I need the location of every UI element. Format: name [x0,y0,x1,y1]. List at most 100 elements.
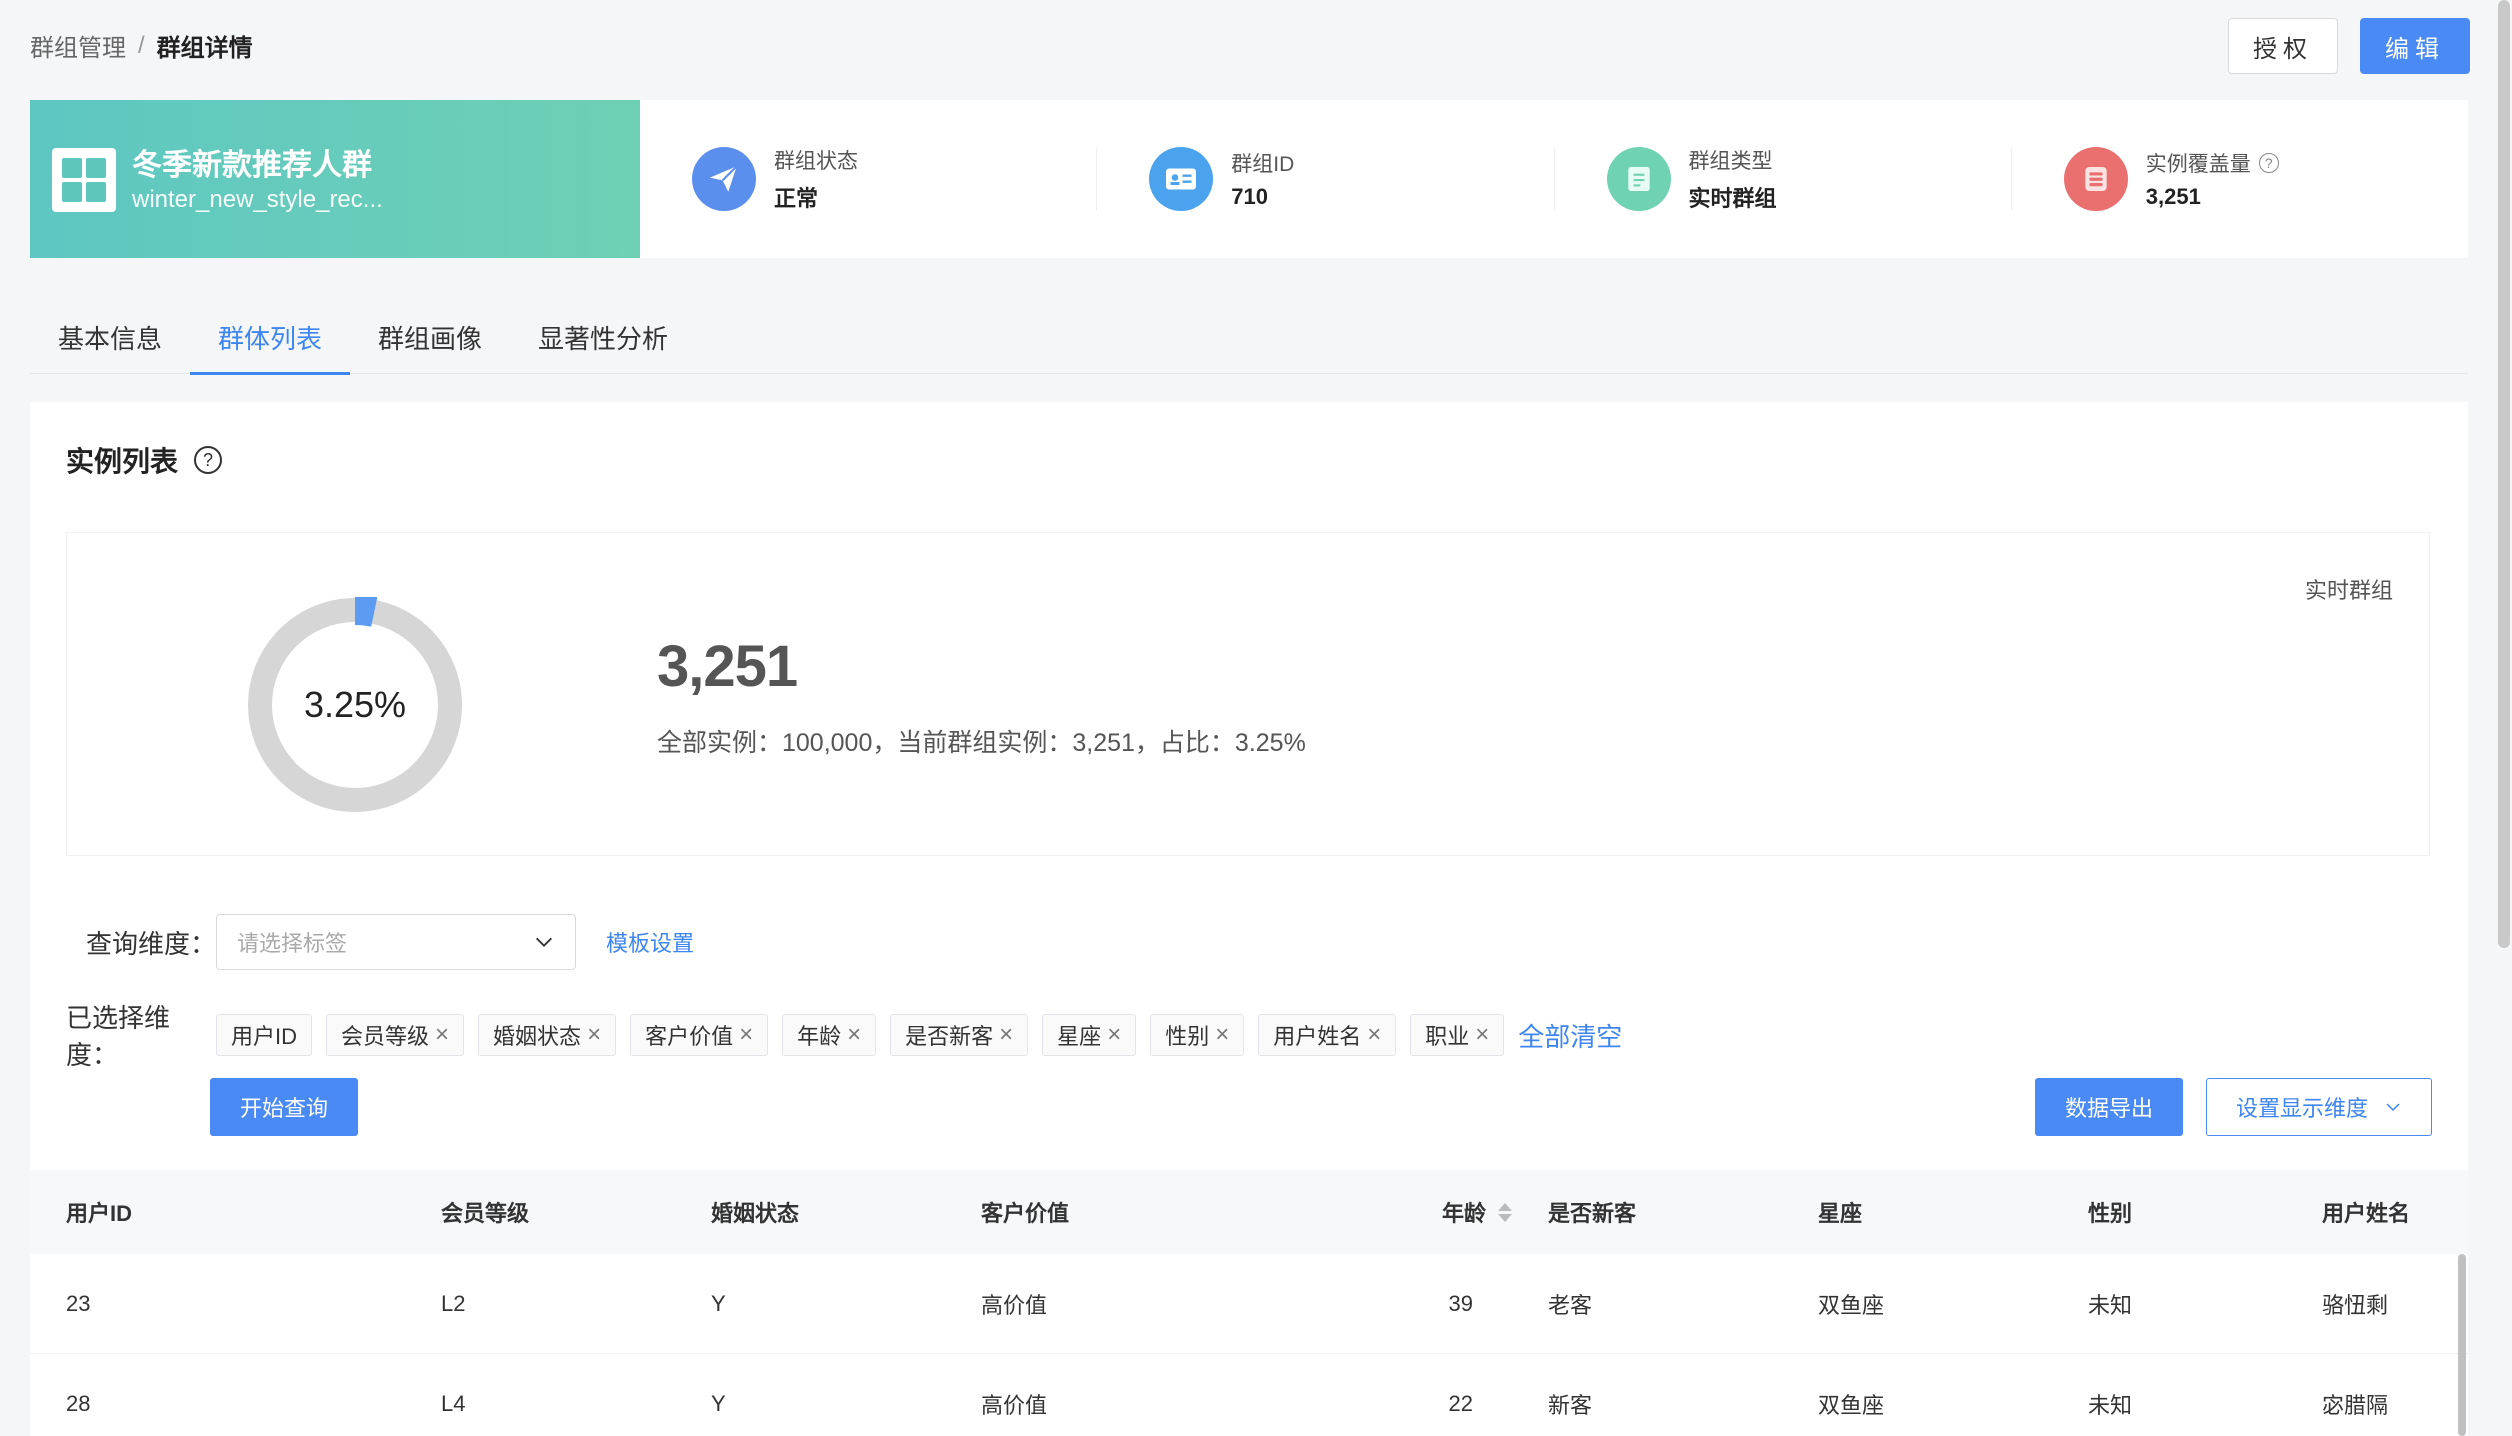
help-icon[interactable]: ? [2258,153,2279,173]
group-card: 冬季新款推荐人群 winter_new_style_rec... [30,100,640,258]
close-icon[interactable]: × [847,1021,861,1049]
stat-status-value: 正常 [774,186,819,211]
instance-table: 用户ID 会员等级 婚姻状态 客户价值 年龄 是否新客 星座 性别 用户姓名 2… [30,1170,2468,1436]
chip-age: 年龄 × [782,1014,877,1056]
breadcrumb-parent[interactable]: 群组管理 [30,28,126,63]
close-icon[interactable]: × [435,1021,449,1049]
clear-all-link[interactable]: 全部清空 [1518,1017,1622,1054]
tag-select-placeholder: 请选择标签 [237,931,348,956]
stat-group-type-value: 实时群组 [1688,186,1777,211]
chip-customer-value: 客户价值 × [630,1014,769,1056]
table-header: 用户ID 会员等级 婚姻状态 客户价值 年龄 是否新客 星座 性别 用户姓名 [30,1170,2468,1254]
tag-select[interactable]: 请选择标签 [216,914,576,970]
help-icon[interactable]: ? [194,446,223,474]
chip-label: 用户姓名 [1273,1024,1362,1049]
table-scrollbar[interactable] [2458,1254,2466,1436]
selected-label: 已选择维度： [66,1003,171,1070]
export-data-button[interactable]: 数据导出 [2035,1078,2183,1136]
query-label: 查询维度： [86,928,217,959]
stat-coverage: 实例覆盖量 ? 3,251 [2012,147,2468,211]
grid-logo-icon [52,148,116,212]
chip-zodiac: 星座 × [1042,1014,1137,1056]
cell-age-value: 39 [1448,1290,1473,1316]
col-member-level: 会员等级 [441,1201,530,1226]
display-dimensions-button[interactable]: 设置显示维度 [2206,1078,2432,1136]
stat-group-type-label: 群组类型 [1688,150,1773,173]
cell-customer-value: 高价值 [981,1392,1048,1418]
panel-title: 实例列表 ? [66,440,223,480]
chip-user-name: 用户姓名 × [1258,1014,1397,1056]
col-customer-value: 客户价值 [981,1201,1070,1226]
cell-user-id: 23 [66,1290,91,1316]
document-icon [1606,147,1671,211]
table-row: 23 L2 Y 高价值 39 老客 双鱼座 未知 骆忸剩 [30,1254,2468,1354]
cell-age: 39 [1310,1291,1512,1317]
stat-status: 群组状态 正常 [640,147,1098,211]
chip-marital-status: 婚姻状态 × [478,1014,617,1056]
chip-label: 是否新客 [905,1024,994,1049]
cell-marital-status: Y [711,1290,726,1316]
tab-significance-analysis[interactable]: 显著性分析 [510,300,696,374]
overview-card: 3.25% 3,251 全部实例：100,000，当前群组实例：3,251，占比… [66,532,2430,856]
action-row: 开始查询 数据导出 设置显示维度 [30,1078,2468,1138]
stat-coverage-label: 实例覆盖量 ? [2146,148,2279,178]
close-icon[interactable]: × [587,1021,601,1049]
group-summary: 冬季新款推荐人群 winter_new_style_rec... 群组状态 正常… [30,100,2468,258]
top-actions: 授权 编辑 [2228,18,2470,74]
col-user-id: 用户ID [66,1201,133,1226]
stat-coverage-label-text: 实例覆盖量 [2145,153,2251,176]
cell-member-level: L2 [441,1290,466,1316]
stat-group-id-value: 710 [1231,184,1268,209]
start-query-button[interactable]: 开始查询 [210,1078,358,1136]
query-row: 查询维度： 请选择标签 模板设置 [86,914,694,970]
chip-label: 会员等级 [341,1024,430,1049]
col-age[interactable]: 年龄 [1310,1196,1512,1228]
col-age-label: 年龄 [1441,1201,1486,1226]
instance-list-panel: 实例列表 ? 3.25% 3,251 全部实例：100,000，当前群组实例：3… [30,402,2468,1436]
cell-age: 22 [1310,1391,1512,1417]
chip-member-level: 会员等级 × [326,1014,465,1056]
close-icon[interactable]: × [1367,1021,1381,1049]
chevron-down-icon [536,937,552,947]
chip-occupation: 职业 × [1410,1014,1505,1056]
chip-label: 婚姻状态 [493,1024,582,1049]
sort-icon[interactable] [1498,1202,1512,1222]
col-zodiac: 星座 [1818,1201,1863,1226]
cell-customer-value: 高价值 [981,1292,1048,1318]
chip-gender: 性别 × [1150,1014,1245,1056]
cell-user-name: 宓腊隔 [2322,1392,2389,1418]
table-row: 28 L4 Y 高价值 22 新客 双鱼座 未知 宓腊隔 [30,1354,2468,1436]
close-icon[interactable]: × [739,1021,753,1049]
id-card-icon [1149,147,1214,211]
chip-user-id: 用户ID [216,1014,313,1056]
cell-member-level: L4 [441,1390,466,1416]
group-code: winter_new_style_rec... [132,186,383,213]
template-settings-link[interactable]: 模板设置 [606,926,694,958]
chip-label: 年龄 [797,1024,842,1049]
col-marital-status: 婚姻状态 [711,1201,800,1226]
close-icon[interactable]: × [999,1021,1013,1049]
close-icon[interactable]: × [1107,1021,1121,1049]
tab-group-portrait[interactable]: 群组画像 [350,300,510,374]
tab-basic-info[interactable]: 基本信息 [30,300,190,374]
chip-label: 客户价值 [645,1024,734,1049]
cell-zodiac: 双鱼座 [1818,1392,1885,1418]
stat-group-id-label: 群组ID [1231,153,1295,176]
chip-label: 性别 [1165,1024,1210,1049]
stat-status-label: 群组状态 [774,150,858,173]
close-icon[interactable]: × [1475,1021,1489,1049]
display-dimensions-label: 设置显示维度 [2235,1096,2368,1121]
chip-label: 用户ID [231,1024,298,1049]
authorize-button[interactable]: 授权 [2228,18,2338,74]
instance-count: 3,251 [657,634,798,699]
edit-button[interactable]: 编辑 [2360,18,2470,74]
col-gender: 性别 [2088,1201,2133,1226]
chip-label: 星座 [1057,1024,1102,1049]
tab-member-list[interactable]: 群体列表 [190,300,351,375]
close-icon[interactable]: × [1215,1021,1229,1049]
cell-gender: 未知 [2088,1292,2133,1318]
page-scrollbar[interactable] [2498,0,2510,948]
breadcrumb-current: 群组详情 [156,35,253,62]
group-type-tag: 实时群组 [2304,578,2393,603]
cell-user-id: 28 [66,1390,91,1416]
